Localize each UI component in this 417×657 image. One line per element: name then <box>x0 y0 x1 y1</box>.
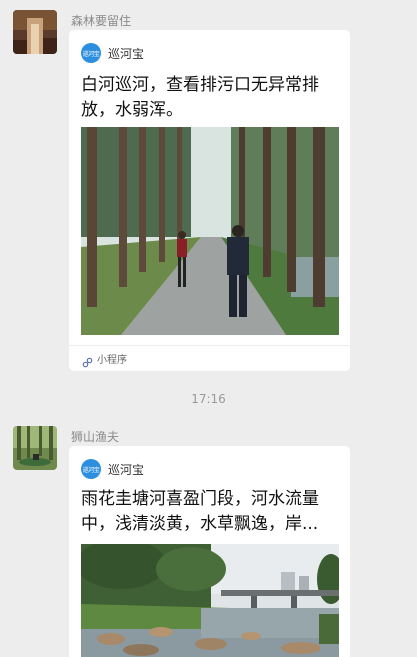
app-name: 巡河宝 <box>108 462 145 477</box>
card-footer: 小程序 <box>69 345 350 371</box>
card-photo-river-bridge <box>81 544 339 657</box>
app-name: 巡河宝 <box>108 46 145 61</box>
mini-program-link-icon <box>82 353 93 368</box>
mini-program-label: 小程序 <box>97 355 127 366</box>
app-logo-icon: 巡河宝 <box>81 459 101 479</box>
sender-name: 狮山渔夫 <box>71 430 120 444</box>
chat-timestamp: 17:16 <box>191 392 226 406</box>
card-header: 巡河宝 巡河宝 <box>81 458 144 480</box>
sender-name: 森林要留住 <box>71 14 132 28</box>
card-photo-river-path <box>81 127 339 335</box>
card-title: 白河巡河，查看排污口无异常排放，水弱浑。 <box>81 75 319 120</box>
card-header: 巡河宝 巡河宝 <box>81 42 144 64</box>
app-logo-icon: 巡河宝 <box>81 43 101 63</box>
card-title: 雨花圭塘河喜盈门段，河水流量中，浅清淡黄，水草飘逸，岸... <box>81 489 319 534</box>
avatar-sender-1[interactable] <box>13 10 57 54</box>
mini-program-card-2[interactable]: 巡河宝 巡河宝 雨花圭塘河喜盈门段，河水流量中，浅清淡黄，水草飘逸，岸... <box>69 446 350 657</box>
avatar-sender-2[interactable] <box>13 426 57 470</box>
mini-program-card-1[interactable]: 巡河宝 巡河宝 白河巡河，查看排污口无异常排放，水弱浑。 小程序 <box>69 30 350 371</box>
